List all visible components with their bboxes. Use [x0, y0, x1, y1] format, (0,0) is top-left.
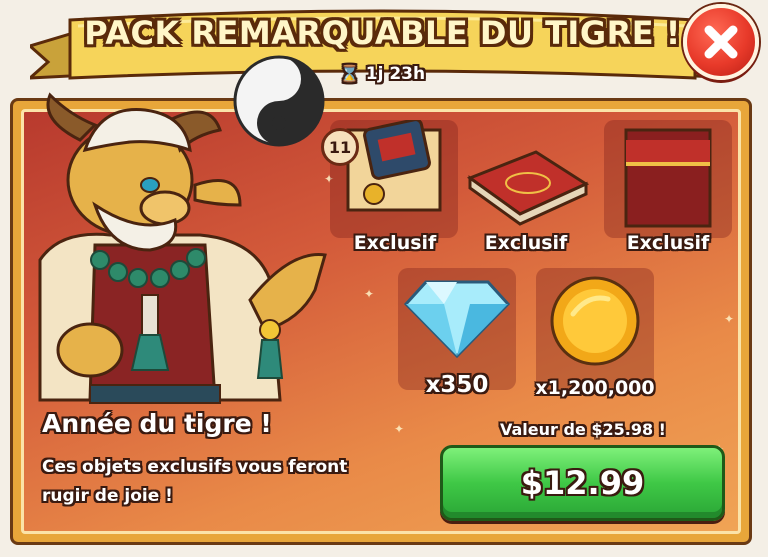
book-icon: [466, 150, 590, 226]
timer-value: 1j 23h: [365, 64, 426, 84]
item-card-red-book[interactable]: [604, 120, 732, 238]
item-label: Exclusif: [353, 232, 437, 254]
hourglass-icon: ⌛: [339, 64, 360, 83]
original-value: Valeur de $25.98 !: [500, 420, 666, 439]
gold-coin-icon: [550, 276, 640, 366]
item-label: Exclusif: [626, 232, 710, 254]
gem-icon: [404, 280, 510, 358]
buy-button[interactable]: $12.99: [440, 445, 725, 521]
close-icon: [704, 25, 738, 59]
gold-amount: x1,200,000: [535, 377, 655, 399]
promo-description: Ces objets exclusifs vous feront rugir d…: [42, 457, 348, 506]
item-label: Exclusif: [484, 232, 568, 254]
price-label: $12.99: [520, 464, 645, 502]
promo-title: Année du tigre !: [42, 409, 272, 438]
item-count-badge: 11: [321, 128, 359, 166]
gold-box: [536, 268, 654, 390]
sparkle-icon: ✦: [394, 422, 405, 436]
yin-yang-icon: [233, 55, 325, 147]
sparkle-icon: ✦: [724, 312, 735, 326]
red-book-icon: [624, 128, 712, 228]
sparkle-icon: ✦: [364, 287, 375, 301]
item-card-book[interactable]: [462, 120, 590, 238]
gems-amount: x350: [425, 372, 489, 398]
close-button[interactable]: [683, 4, 759, 80]
